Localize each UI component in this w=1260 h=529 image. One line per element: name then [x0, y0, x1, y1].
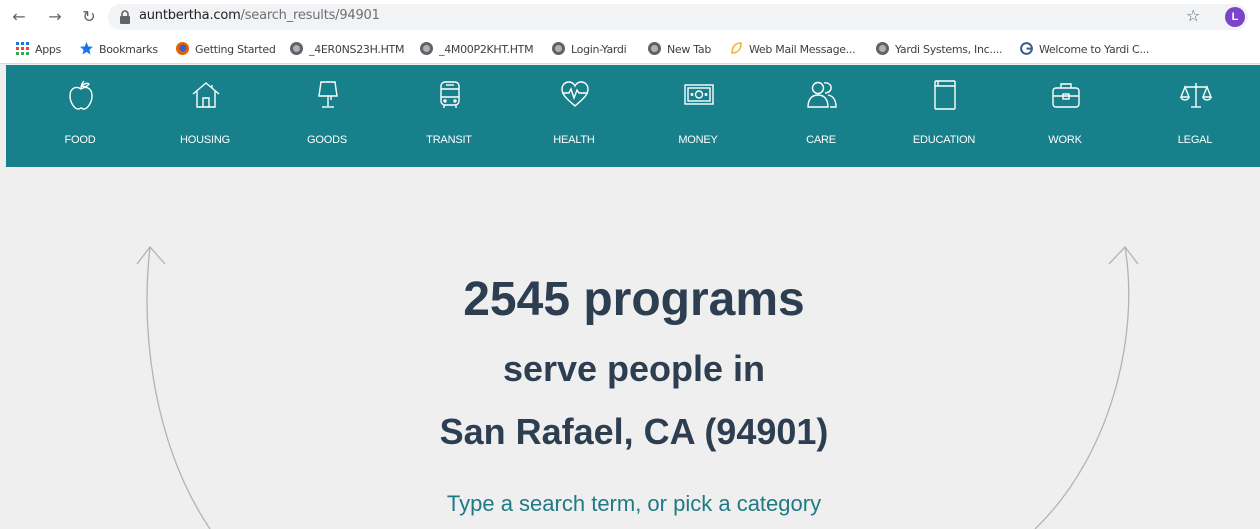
category-label: CARE	[806, 134, 836, 146]
book-icon	[934, 80, 956, 110]
bookmark-4m00p2kht[interactable]: _4M00P2KHT.HTM	[420, 42, 534, 58]
webmail-icon	[731, 42, 742, 54]
bookmark-label: Yardi Systems, Inc....	[895, 43, 1003, 56]
category-label: HEALTH	[553, 134, 595, 146]
scales-icon	[1180, 83, 1212, 108]
firefox-icon	[176, 42, 189, 55]
globe-icon	[552, 42, 565, 55]
reload-icon[interactable]: ↻	[78, 6, 100, 28]
category-label: HOUSING	[180, 134, 230, 146]
program-count-heading: 2545 programs	[463, 273, 805, 326]
category-work[interactable]: WORK	[1010, 65, 1120, 167]
bookmark-getting-started[interactable]: Getting Started	[176, 42, 276, 58]
bookmark-label: Bookmarks	[99, 43, 158, 56]
bus-icon	[440, 81, 460, 108]
bookmark-4er0ns23h[interactable]: _4ER0NS23H.HTM	[290, 42, 404, 58]
bookmarks-bar: Apps Bookmarks Getting Started _4ER0NS23…	[0, 35, 1260, 64]
category-money[interactable]: MONEY	[643, 65, 753, 167]
back-arrow-icon[interactable]: ←	[8, 6, 30, 28]
location-heading: San Rafael, CA (94901)	[439, 411, 829, 452]
category-transit[interactable]: TRANSIT	[394, 65, 504, 167]
category-label: WORK	[1048, 134, 1082, 146]
bookmark-login-yardi[interactable]: Login-Yardi	[552, 42, 627, 58]
category-housing[interactable]: HOUSING	[150, 65, 260, 167]
bookmark-label: _4ER0NS23H.HTM	[309, 43, 405, 56]
bookmark-new-tab[interactable]: New Tab	[648, 42, 711, 58]
left-arrow-head	[136, 245, 166, 265]
forward-arrow-icon[interactable]: →	[44, 6, 66, 28]
category-label: EDUCATION	[912, 134, 976, 146]
bookmark-yardi-systems[interactable]: Yardi Systems, Inc....	[876, 42, 1003, 58]
category-legal[interactable]: LEGAL	[1140, 65, 1250, 167]
star-icon	[80, 42, 93, 55]
bookmark-label: Getting Started	[195, 43, 276, 56]
banknote-icon	[684, 84, 714, 105]
browser-toolbar: ← → ↻ auntbertha.com/search_results/9490…	[0, 0, 1260, 35]
apple-icon	[69, 80, 93, 110]
category-education[interactable]: EDUCATION	[889, 65, 999, 167]
lamp-icon	[318, 81, 338, 108]
globe-icon	[420, 42, 433, 55]
bookmark-label: _4M00P2KHT.HTM	[439, 43, 534, 56]
profile-avatar[interactable]: L	[1225, 7, 1245, 27]
globe-icon	[648, 42, 661, 55]
url-host: auntbertha.com	[139, 8, 241, 23]
globe-icon	[290, 42, 303, 55]
bookmark-label: Login-Yardi	[571, 43, 627, 56]
category-label: MONEY	[678, 134, 718, 146]
people-icon	[807, 81, 837, 108]
bookmark-bookmarks[interactable]: Bookmarks	[80, 42, 158, 58]
search-hint-text: Type a search term, or pick a category	[446, 491, 822, 516]
category-label: GOODS	[307, 134, 347, 146]
yardi-logo-icon	[1020, 42, 1033, 55]
briefcase-icon	[1052, 83, 1080, 108]
house-icon	[192, 82, 220, 108]
url-path: /search_results/94901	[240, 8, 380, 23]
bookmark-web-mail[interactable]: Web Mail Message...	[730, 42, 856, 58]
category-food[interactable]: FOOD	[25, 65, 135, 167]
bookmark-label: Welcome to Yardi C...	[1039, 43, 1150, 56]
category-label: TRANSIT	[426, 134, 472, 146]
apps-grid-icon	[16, 42, 29, 55]
right-arrow-head	[1108, 245, 1139, 265]
bookmark-label: Apps	[35, 43, 62, 56]
bookmark-welcome-yardi[interactable]: Welcome to Yardi C...	[1020, 42, 1149, 58]
category-nav: FOOD HOUSING GOODS TRANSIT HEALTH MONEY …	[6, 65, 1260, 167]
category-goods[interactable]: GOODS	[272, 65, 382, 167]
serve-people-heading: serve people in	[502, 348, 766, 389]
bookmark-label: New Tab	[667, 43, 712, 56]
heart-pulse-icon	[561, 81, 589, 107]
globe-icon	[876, 42, 889, 55]
category-label: LEGAL	[1177, 134, 1213, 146]
bookmark-star-icon[interactable]: ☆	[1186, 6, 1200, 25]
category-care[interactable]: CARE	[766, 65, 876, 167]
lock-icon	[120, 10, 130, 24]
url-text[interactable]: auntbertha.com/search_results/94901	[139, 8, 380, 23]
category-label: FOOD	[64, 134, 96, 146]
bookmark-label: Web Mail Message...	[749, 43, 856, 56]
category-health[interactable]: HEALTH	[519, 65, 629, 167]
bookmark-apps[interactable]: Apps	[16, 42, 61, 58]
